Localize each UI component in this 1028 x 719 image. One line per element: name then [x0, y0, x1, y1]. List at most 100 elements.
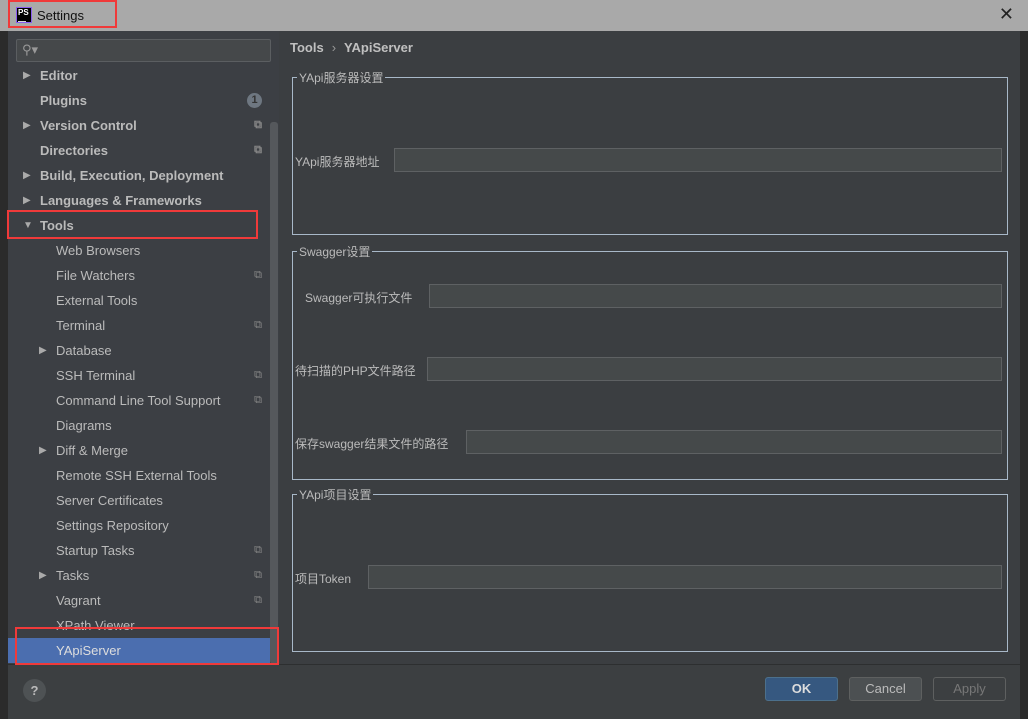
field-label: Swagger可执行文件 — [305, 291, 413, 305]
project-scope-icon: ⧉ — [254, 144, 262, 156]
chevron-right-icon[interactable]: ▶ — [23, 163, 31, 188]
sidebar-item[interactable]: Directories ⧉ — [8, 138, 270, 163]
sidebar-item[interactable]: Vagrant ⧉ — [8, 588, 270, 613]
sidebar-item[interactable]: Plugins 1 — [8, 88, 270, 113]
close-icon[interactable]: ✕ — [999, 4, 1014, 25]
sidebar-item-label: Settings Repository — [56, 518, 169, 533]
search-icon: ⚲▾ — [22, 42, 39, 57]
sidebar-item-label: Tasks — [56, 568, 90, 583]
sidebar-item-label: SSH Terminal — [56, 368, 136, 383]
sidebar-item[interactable]: ▶ Editor — [8, 63, 270, 88]
breadcrumb: Tools › YApiServer — [290, 40, 413, 55]
project-scope-icon: ⧉ — [254, 394, 262, 406]
yapi-server-address-input[interactable] — [394, 148, 1002, 172]
editor-gutter — [0, 31, 8, 431]
sidebar-item[interactable]: Web Browsers — [8, 238, 270, 263]
chevron-right-icon[interactable]: ▶ — [39, 338, 47, 363]
sidebar-item-label: XPath Viewer — [56, 618, 135, 633]
title-bar: PS — Settings ✕ — [0, 0, 1028, 31]
sidebar-item[interactable]: YApiServer — [8, 638, 270, 663]
breadcrumb-separator: › — [331, 40, 337, 55]
sidebar-item-label: Web Browsers — [56, 243, 141, 258]
search-input[interactable]: ⚲▾ — [16, 39, 271, 62]
sidebar-item-label: External Tools — [56, 293, 138, 308]
sidebar-item[interactable]: File Watchers ⧉ — [8, 263, 270, 288]
chevron-right-icon[interactable]: ▶ — [39, 438, 47, 463]
sidebar-item[interactable]: SSH Terminal ⧉ — [8, 363, 270, 388]
sidebar-item-label: Version Control — [40, 118, 137, 133]
sidebar-item-label: Plugins — [40, 93, 87, 108]
settings-sidebar: ⚲▾ ▶ Editor Plugins 1 ▶ Version Control ⧉ Direc… — [8, 31, 279, 664]
sidebar-item[interactable]: Terminal ⧉ — [8, 313, 270, 338]
sidebar-item-label: Remote SSH External Tools — [56, 468, 217, 483]
sidebar-item-label: Server Certificates — [56, 493, 163, 508]
project-scope-icon: ⧉ — [254, 119, 262, 131]
sidebar-item-label: Editor — [40, 68, 78, 83]
sidebar-item-label: Directories — [40, 143, 108, 158]
sidebar-item[interactable]: ▶ Languages & Frameworks — [8, 188, 270, 213]
sidebar-item[interactable]: Startup Tasks ⧉ — [8, 538, 270, 563]
sidebar-item[interactable]: ▶ Build, Execution, Deployment — [8, 163, 270, 188]
sidebar-item-label: Startup Tasks — [56, 543, 135, 558]
dialog-footer: ? OK Cancel Apply — [8, 664, 1020, 719]
sidebar-item[interactable]: External Tools — [8, 288, 270, 313]
cancel-button[interactable]: Cancel — [849, 677, 922, 701]
group-title: YApi服务器设置 — [297, 69, 386, 86]
update-badge: 1 — [247, 93, 262, 108]
sidebar-item[interactable]: Command Line Tool Support ⧉ — [8, 388, 270, 413]
help-button[interactable]: ? — [23, 679, 46, 702]
field-label: 保存swagger结果文件的路径 — [295, 437, 449, 451]
php-scan-path-input[interactable] — [427, 357, 1002, 381]
project-scope-icon: ⧉ — [254, 569, 262, 581]
chevron-right-icon[interactable]: ▶ — [39, 563, 47, 588]
sidebar-item[interactable]: ▶ Diff & Merge — [8, 438, 270, 463]
project-token-input[interactable] — [368, 565, 1002, 589]
yapi-project-group: YApi项目设置 项目Token — [292, 486, 1008, 652]
sidebar-item[interactable]: ▶ Tasks ⧉ — [8, 563, 270, 588]
breadcrumb-parent[interactable]: Tools — [290, 40, 324, 55]
sidebar-item-label: Terminal — [56, 318, 106, 333]
chevron-right-icon[interactable]: ▶ — [23, 188, 31, 213]
breadcrumb-current: YApiServer — [344, 40, 413, 55]
chevron-right-icon[interactable]: ▶ — [23, 63, 31, 88]
sidebar-item[interactable]: Settings Repository — [8, 513, 270, 538]
sidebar-item-label: File Watchers — [56, 268, 135, 283]
field-label: 项目Token — [295, 572, 352, 586]
sidebar-item-label: Vagrant — [56, 593, 101, 608]
yapi-server-group: YApi服务器设置 YApi服务器地址 — [292, 69, 1008, 235]
project-scope-icon: ⧉ — [254, 594, 262, 606]
sidebar-item-label: Diff & Merge — [56, 443, 129, 458]
sidebar-scrollbar[interactable] — [270, 122, 278, 664]
chevron-down-icon[interactable]: ▼ — [23, 213, 33, 238]
sidebar-item[interactable]: Server Certificates — [8, 488, 270, 513]
sidebar-item[interactable]: Diagrams — [8, 413, 270, 438]
window-title: Settings — [37, 8, 84, 23]
sidebar-item[interactable]: ▶ Version Control ⧉ — [8, 113, 270, 138]
sidebar-item-label: YApiServer — [56, 643, 121, 658]
group-title: Swagger设置 — [297, 243, 373, 260]
project-scope-icon: ⧉ — [254, 269, 262, 281]
swagger-output-path-input[interactable] — [466, 430, 1002, 454]
swagger-executable-input[interactable] — [429, 284, 1002, 308]
sidebar-item-label: Database — [56, 343, 112, 358]
settings-content: Tools › YApiServer YApi服务器设置 YApi服务器地址 Swa… — [279, 31, 1020, 664]
sidebar-item-label: Diagrams — [56, 418, 112, 433]
ok-button[interactable]: OK — [765, 677, 838, 701]
sidebar-item-label: Languages & Frameworks — [40, 193, 202, 208]
sidebar-item[interactable]: ▶ Database — [8, 338, 270, 363]
field-label: YApi服务器地址 — [295, 155, 380, 169]
sidebar-item-label: Build, Execution, Deployment — [40, 168, 224, 183]
chevron-right-icon[interactable]: ▶ — [23, 113, 31, 138]
swagger-group: Swagger设置 Swagger可执行文件 待扫描的PHP文件路径 保存swa… — [292, 243, 1008, 480]
field-label: 待扫描的PHP文件路径 — [295, 364, 416, 378]
sidebar-item[interactable]: Remote SSH External Tools — [8, 463, 270, 488]
project-scope-icon: ⧉ — [254, 319, 262, 331]
group-title: YApi项目设置 — [297, 486, 374, 503]
project-scope-icon: ⧉ — [254, 544, 262, 556]
sidebar-item-label: Tools — [40, 218, 74, 233]
sidebar-item[interactable]: XPath Viewer — [8, 613, 270, 638]
sidebar-item[interactable]: ▼ Tools — [8, 213, 270, 238]
project-scope-icon: ⧉ — [254, 369, 262, 381]
apply-button[interactable]: Apply — [933, 677, 1006, 701]
phpstorm-logo-icon: PS — — [16, 7, 32, 26]
